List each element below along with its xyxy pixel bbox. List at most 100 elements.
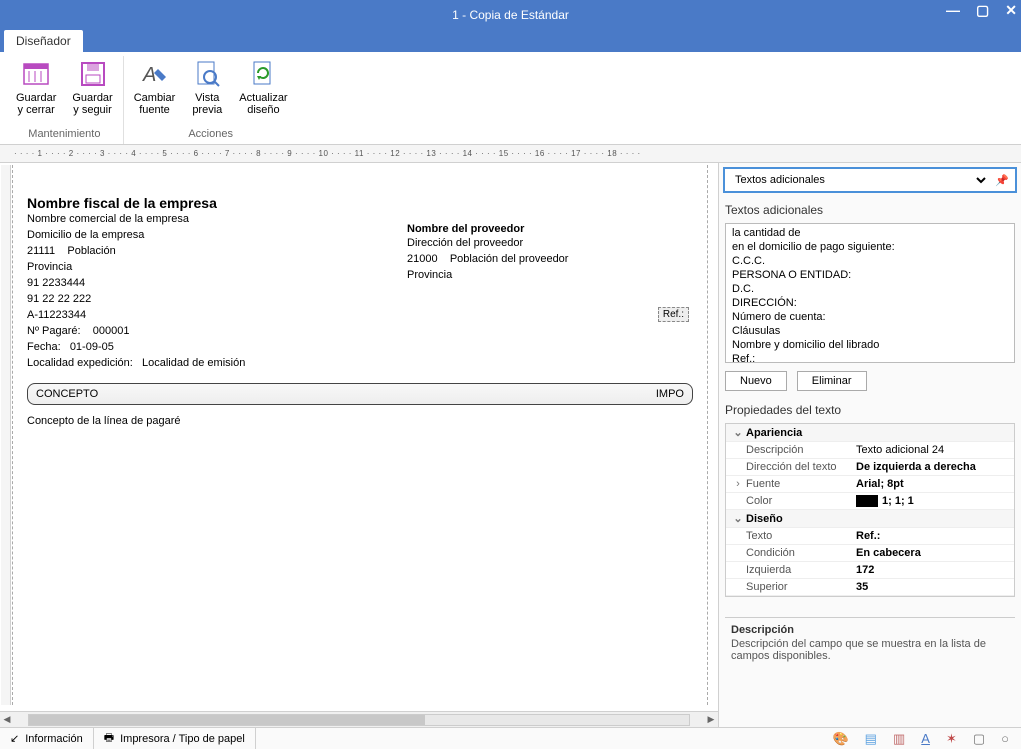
prop-val[interactable]: 1; 1; 1 xyxy=(856,495,1010,507)
desc-title: Descripción xyxy=(731,624,1009,636)
remove-asterisk-icon[interactable]: ✶ xyxy=(946,731,957,747)
group-label-actions: Acciones xyxy=(188,126,233,144)
title-bar: 1 - Copia de Estándar — ▢ ✕ xyxy=(0,0,1021,29)
expand-icon[interactable]: › xyxy=(730,478,746,490)
field-loc-exp-val[interactable]: Localidad de emisión xyxy=(142,357,245,369)
property-grid[interactable]: ⌄Apariencia DescripciónTexto adicional 2… xyxy=(725,423,1015,597)
change-font-button[interactable]: A Cambiar fuente xyxy=(130,56,180,118)
change-font-label: Cambiar fuente xyxy=(134,92,176,116)
vertical-ruler xyxy=(1,165,11,705)
info-icon: ↙ xyxy=(10,732,19,745)
prop-key: Texto xyxy=(746,530,856,542)
save-close-button[interactable]: Guardar y cerrar xyxy=(12,56,60,118)
refresh-design-button[interactable]: Actualizar diseño xyxy=(235,56,291,118)
prop-group-design: Diseño xyxy=(746,513,783,525)
field-date-label[interactable]: Fecha: xyxy=(27,341,61,353)
prop-val[interactable]: 35 xyxy=(856,581,1010,593)
field-supplier-name[interactable]: Nombre del proveedor xyxy=(407,223,568,235)
pin-icon[interactable]: 📌 xyxy=(995,174,1009,187)
list-item[interactable]: PERSONA O ENTIDAD: xyxy=(728,268,1012,282)
list-item[interactable]: Cláusulas xyxy=(728,324,1012,338)
prop-val[interactable]: 172 xyxy=(856,564,1010,576)
field-loc-exp-label[interactable]: Localidad expedición: xyxy=(27,357,133,369)
field-pagare-label[interactable]: Nº Pagaré: xyxy=(27,325,81,337)
scroll-right-icon[interactable]: ▶ xyxy=(704,714,718,725)
scroll-thumb[interactable] xyxy=(29,715,425,725)
list-item[interactable]: Número de cuenta: xyxy=(728,310,1012,324)
prop-key: Dirección del texto xyxy=(746,461,856,473)
field-tax-id[interactable]: A-11223344 xyxy=(27,307,407,323)
prop-val[interactable]: Arial; 8pt xyxy=(856,478,1010,490)
horizontal-scrollbar[interactable]: ◀ ▶ xyxy=(0,711,718,727)
field-ref-selected[interactable]: Ref.: xyxy=(658,307,689,322)
prop-key: Izquierda xyxy=(746,564,856,576)
circle-icon[interactable]: ○ xyxy=(1001,731,1009,747)
ribbon-toolbar: Guardar y cerrar Guardar y seguir Manten… xyxy=(0,52,1021,145)
col-concepto: CONCEPTO xyxy=(36,388,98,400)
prop-val[interactable]: Texto adicional 24 xyxy=(856,444,1010,456)
field-town[interactable]: Población xyxy=(67,245,115,257)
field-concepto-line[interactable]: Concepto de la línea de pagaré xyxy=(27,415,693,427)
delete-button[interactable]: Eliminar xyxy=(797,371,867,391)
list-item[interactable]: Nombre y domicilio del librado xyxy=(728,338,1012,352)
palette-icon[interactable]: 🎨 xyxy=(832,731,848,747)
save-continue-button[interactable]: Guardar y seguir xyxy=(68,56,116,118)
status-printer-button[interactable]: 🖶 Impresora / Tipo de papel xyxy=(94,728,256,749)
col-importe: IMPO xyxy=(656,388,684,400)
minimize-button[interactable]: — xyxy=(946,2,960,19)
panel-selector[interactable]: Textos adicionales xyxy=(731,173,989,187)
field-date-val[interactable]: 01-09-05 xyxy=(70,341,114,353)
list-item[interactable]: en el domicilio de pago siguiente: xyxy=(728,240,1012,254)
prop-key: Color xyxy=(746,495,856,507)
sheet-icon[interactable]: ▥ xyxy=(893,731,905,747)
prop-val[interactable]: De izquierda a derecha xyxy=(856,461,1010,473)
field-province[interactable]: Provincia xyxy=(27,259,407,275)
field-phone2[interactable]: 91 22 22 222 xyxy=(27,291,407,307)
prop-key: Superior xyxy=(746,581,856,593)
design-surface[interactable]: Nombre fiscal de la empresa Nombre comer… xyxy=(0,163,718,727)
collapse-icon[interactable]: ⌄ xyxy=(730,426,746,439)
color-swatch xyxy=(856,495,878,507)
field-company-address[interactable]: Domicilio de la empresa xyxy=(27,227,407,243)
status-info-button[interactable]: ↙ Información xyxy=(0,728,94,749)
desc-body: Descripción del campo que se muestra en … xyxy=(731,638,986,662)
additional-texts-list[interactable]: la cantidad de en el domicilio de pago s… xyxy=(725,223,1015,363)
field-supplier-postal[interactable]: 21000 xyxy=(407,253,438,265)
collapse-icon[interactable]: ⌄ xyxy=(730,512,746,525)
printer-icon: 🖶 xyxy=(104,729,114,748)
maximize-button[interactable]: ▢ xyxy=(976,2,989,19)
calendar-save-icon xyxy=(20,58,52,90)
field-company-fiscal[interactable]: Nombre fiscal de la empresa xyxy=(27,195,693,211)
preview-label: Vista previa xyxy=(192,92,222,116)
window-title: 1 - Copia de Estándar xyxy=(452,8,569,22)
table-header[interactable]: CONCEPTO IMPO xyxy=(27,383,693,405)
preview-button[interactable]: Vista previa xyxy=(187,56,227,118)
square-icon[interactable]: ▢ xyxy=(973,731,985,747)
field-supplier-addr[interactable]: Dirección del proveedor xyxy=(407,235,568,251)
list-item[interactable]: D.C. xyxy=(728,282,1012,296)
prop-val[interactable]: En cabecera xyxy=(856,547,1010,559)
magnifier-page-icon xyxy=(191,58,223,90)
prop-key: Fuente xyxy=(746,478,856,490)
list-item[interactable]: la cantidad de xyxy=(728,226,1012,240)
field-postal[interactable]: 21111 xyxy=(27,245,55,257)
group-label-maintenance: Mantenimiento xyxy=(28,126,100,144)
scroll-left-icon[interactable]: ◀ xyxy=(0,714,14,725)
field-supplier-town[interactable]: Población del proveedor xyxy=(450,253,569,265)
underline-icon[interactable]: A xyxy=(921,731,930,747)
field-phone1[interactable]: 91 2233444 xyxy=(27,275,407,291)
save-close-label: Guardar y cerrar xyxy=(16,92,56,116)
list-item[interactable]: C.C.C. xyxy=(728,254,1012,268)
field-supplier-province[interactable]: Provincia xyxy=(407,267,568,283)
close-button[interactable]: ✕ xyxy=(1005,2,1017,19)
horizontal-ruler: · · · · 1 · · · · 2 · · · · 3 · · · · 4 … xyxy=(0,145,1021,163)
section-title-texts: Textos adicionales xyxy=(725,203,1015,217)
list-item[interactable]: Ref.: xyxy=(728,352,1012,363)
tab-designer[interactable]: Diseñador xyxy=(4,30,83,52)
prop-val[interactable]: Ref.: xyxy=(856,530,1010,542)
new-button[interactable]: Nuevo xyxy=(725,371,787,391)
list-item[interactable]: DIRECCIÓN: xyxy=(728,296,1012,310)
field-pagare-num[interactable]: 000001 xyxy=(93,325,130,337)
layers-icon[interactable]: ▤ xyxy=(865,731,877,747)
field-company-commercial[interactable]: Nombre comercial de la empresa xyxy=(27,211,407,227)
